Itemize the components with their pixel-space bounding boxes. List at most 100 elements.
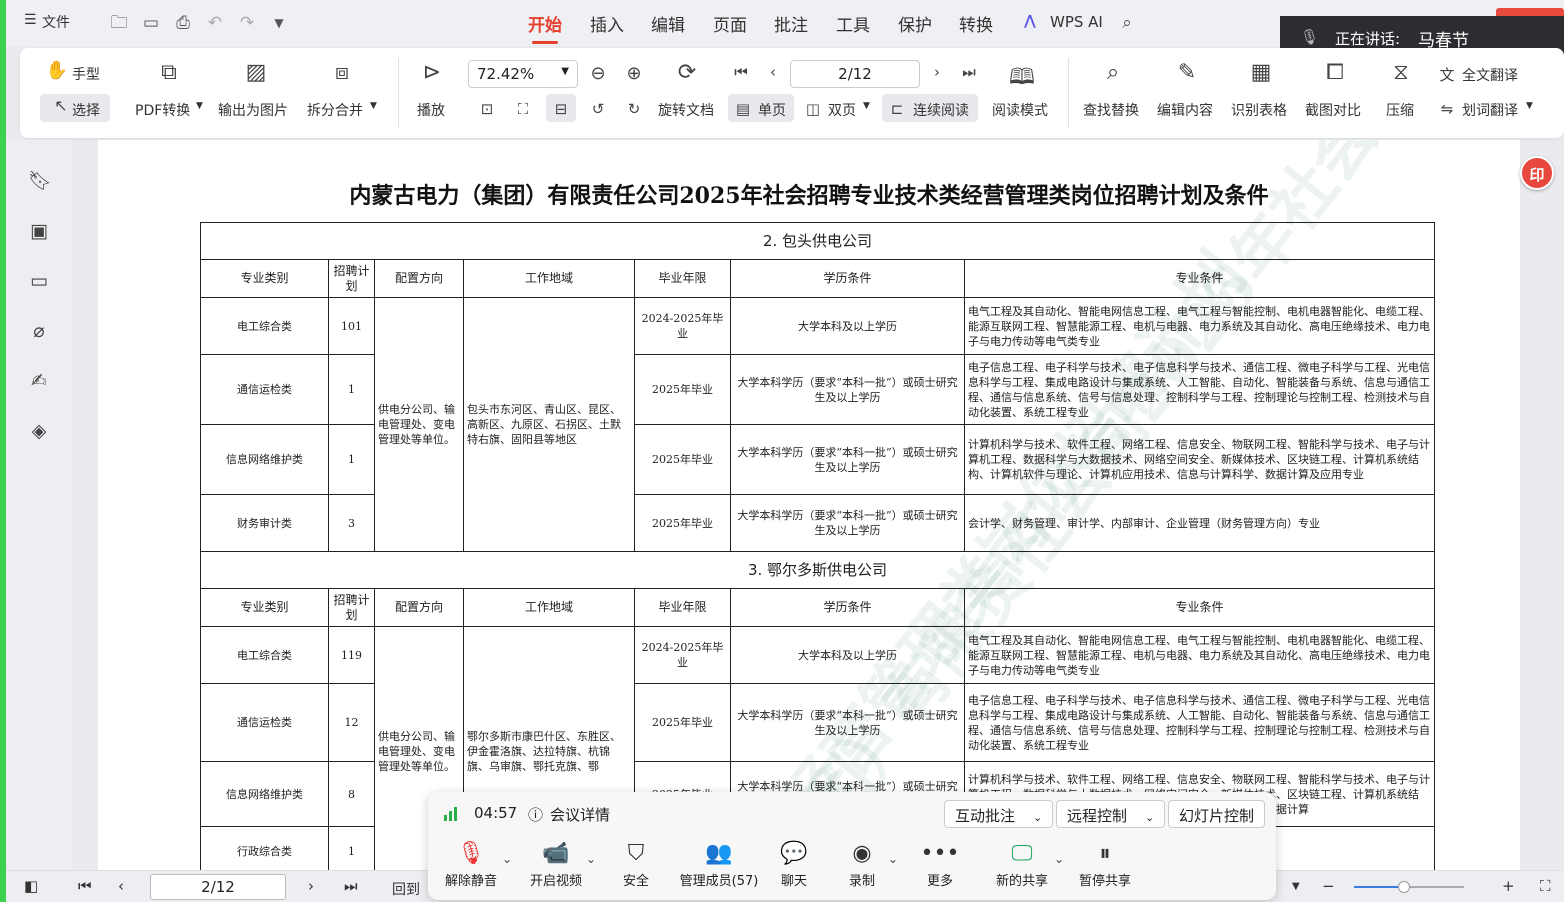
cell-major: 电子信息工程、电子科学与技术、电子信息科学与技术、通信工程、微电子科学与工程、光…: [963, 683, 1436, 762]
bookmark-icon[interactable]: 🔖︎: [28, 170, 52, 192]
tab-tools[interactable]: 工具: [836, 11, 870, 36]
chevron-down-icon[interactable]: ▼: [268, 12, 290, 34]
chevron-down-icon[interactable]: ⌄: [888, 852, 898, 866]
chevron-down-icon[interactable]: ⌄: [1145, 811, 1154, 824]
word-translate-button[interactable]: 划词翻译: [1462, 100, 1518, 120]
zoom-in-icon[interactable]: +: [1502, 877, 1515, 895]
undo-icon[interactable]: ↶: [204, 12, 226, 34]
book-icon: 🕮: [1009, 65, 1035, 90]
screenshot-compare-button[interactable]: 截图对比: [1305, 100, 1361, 120]
zoom-slider[interactable]: [1354, 881, 1464, 893]
chevron-down-icon[interactable]: ⌄: [586, 852, 596, 866]
full-translate-button[interactable]: 全文翻译: [1462, 65, 1518, 85]
last-page-icon[interactable]: ⏭: [344, 877, 358, 895]
hamburger-icon[interactable]: ☰: [24, 12, 37, 28]
manage-members-button[interactable]: 👥 管理成员(57): [676, 838, 762, 889]
tab-page[interactable]: 页面: [713, 11, 747, 36]
fit-page-icon[interactable]: ⛶: [512, 100, 534, 118]
next-page-icon[interactable]: ›: [308, 877, 314, 895]
rotate-right-icon[interactable]: ↻: [623, 100, 645, 118]
interactive-annotate-button[interactable]: 互动批注 ⌄: [944, 800, 1054, 828]
floating-badge[interactable]: 印: [1520, 156, 1554, 190]
sidebar-toggle-icon[interactable]: ◧: [24, 877, 38, 895]
signature-icon[interactable]: ✍: [28, 370, 50, 392]
zoom-out-icon[interactable]: −: [1322, 877, 1335, 895]
wps-ai-icon[interactable]: ⋀: [1024, 13, 1036, 29]
save-icon[interactable]: ▭: [140, 12, 162, 34]
prev-page-icon[interactable]: ‹: [762, 63, 784, 81]
export-image-button[interactable]: 输出为图片: [218, 100, 288, 120]
zoom-in-icon[interactable]: ⊕: [623, 63, 645, 84]
start-video-button[interactable]: 📹 开启视频: [524, 838, 588, 889]
chevron-down-icon[interactable]: ⌄: [1033, 811, 1042, 824]
hand-tool-label[interactable]: 手型: [72, 64, 100, 84]
cell-edu: 大学本科学历（要求“本科一批”）或硕士研究生及以上学历: [730, 494, 965, 552]
rotate-doc-button[interactable]: 旋转文档: [658, 100, 714, 120]
record-button[interactable]: ◉ 录制: [842, 838, 882, 889]
header-plan: 招聘计划: [328, 259, 375, 298]
more-button[interactable]: ••• 更多: [920, 838, 960, 889]
chat-button[interactable]: 💬 聊天: [774, 838, 814, 889]
compare-icon: ⧠: [1326, 60, 1344, 85]
rotate-left-icon[interactable]: ↺: [587, 100, 609, 118]
layers-icon[interactable]: ◈: [28, 420, 50, 442]
tab-protect[interactable]: 保护: [898, 11, 932, 36]
remote-control-button[interactable]: 远程控制 ⌄: [1056, 800, 1166, 828]
tab-start[interactable]: 开始: [528, 11, 562, 44]
attachment-icon[interactable]: ⌀: [28, 320, 50, 342]
document-viewport[interactable]: （集团）有限责任公司2025年社会招聘 经营管理类岗位招聘计划 内蒙古电力（集团…: [72, 140, 1564, 870]
tab-edit[interactable]: 编辑: [651, 11, 685, 36]
pause-share-button[interactable]: ⏸ 暂停共享: [1076, 838, 1134, 889]
prev-page-icon[interactable]: ‹: [118, 877, 124, 895]
fullscreen-icon[interactable]: ⛶: [1540, 877, 1551, 895]
first-page-icon[interactable]: ⏮: [730, 63, 752, 81]
print-icon[interactable]: ⎙: [172, 12, 194, 34]
comment-icon[interactable]: ▭: [28, 270, 50, 292]
document-title: 内蒙古电力（集团）有限责任公司2025年社会招聘专业技术类经营管理类岗位招聘计划…: [349, 183, 1269, 209]
file-menu[interactable]: 文件: [42, 12, 70, 32]
pdf-convert-button[interactable]: PDF转换: [135, 100, 190, 120]
read-mode-button[interactable]: 阅读模式: [992, 100, 1048, 120]
zoom-out-icon[interactable]: ⊖: [587, 63, 609, 84]
page-number-input[interactable]: 2/12: [790, 60, 920, 88]
redo-icon[interactable]: ↷: [236, 12, 258, 34]
chevron-down-icon[interactable]: ▼: [1292, 881, 1300, 892]
go-back-button[interactable]: 回到: [392, 879, 420, 899]
play-button[interactable]: 播放: [417, 100, 445, 120]
meeting-toolbar: 04:57 ⓘ 会议详情 互动批注 ⌄ 远程控制 ⌄ 幻灯片控制 🎙 解除静音 ⌄ 📹…: [428, 792, 1276, 900]
double-page-button[interactable]: 双页: [828, 100, 856, 120]
select-tool-label[interactable]: 选择: [72, 100, 100, 120]
unmute-button[interactable]: 🎙 解除静音: [442, 838, 500, 889]
cell-edu: 大学本科学历（要求“本科一批”）或硕士研究生及以上学历: [730, 424, 965, 495]
chevron-down-icon[interactable]: ⌄: [1054, 852, 1064, 866]
last-page-icon[interactable]: ⏭: [958, 63, 980, 81]
info-icon[interactable]: ⓘ: [528, 804, 543, 825]
zoom-select[interactable]: 72.42% ▼: [468, 60, 578, 88]
split-merge-button[interactable]: 拆分合并: [307, 100, 363, 120]
wps-ai-label[interactable]: WPS AI: [1050, 13, 1103, 31]
double-page-icon[interactable]: ◫: [802, 100, 824, 118]
meeting-details-link[interactable]: 会议详情: [550, 804, 610, 825]
header-grad-year: 毕业年限: [634, 588, 731, 627]
tab-convert[interactable]: 转换: [959, 11, 993, 36]
search-icon[interactable]: ⌕: [1116, 12, 1138, 34]
security-button[interactable]: ⛉ 安全: [616, 838, 656, 889]
edit-content-button[interactable]: 编辑内容: [1157, 100, 1213, 120]
actual-size-icon[interactable]: ⊡: [476, 100, 498, 118]
find-replace-button[interactable]: 查找替换: [1083, 100, 1139, 120]
open-folder-icon[interactable]: 🗀: [108, 12, 130, 34]
thumbnail-icon[interactable]: ▣: [28, 220, 50, 242]
recognize-table-button[interactable]: 识别表格: [1231, 100, 1287, 120]
first-page-icon[interactable]: ⏮: [78, 877, 92, 895]
mic-off-icon: 🎙: [457, 841, 485, 866]
new-share-button[interactable]: 🖵 新的共享: [992, 838, 1052, 889]
header-direction: 配置方向: [374, 588, 464, 627]
tab-annotate[interactable]: 批注: [774, 11, 808, 36]
compress-button[interactable]: 压缩: [1386, 100, 1414, 120]
zoom-slider-knob[interactable]: [1398, 881, 1410, 893]
next-page-icon[interactable]: ›: [926, 63, 948, 81]
page-number-field[interactable]: 2/12: [150, 874, 286, 900]
slide-control-button[interactable]: 幻灯片控制: [1168, 800, 1266, 828]
tab-insert[interactable]: 插入: [590, 11, 624, 36]
chevron-down-icon[interactable]: ⌄: [502, 852, 512, 866]
